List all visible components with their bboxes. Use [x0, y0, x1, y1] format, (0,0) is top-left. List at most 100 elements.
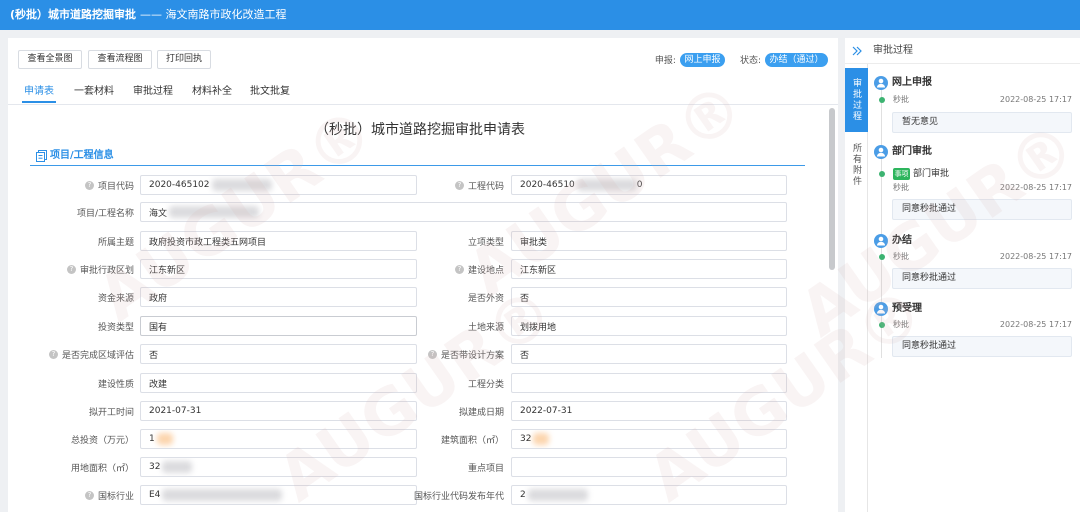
- field-label-text: 项目/工程名称: [76, 208, 134, 219]
- project-title: —— 海文南路市政化改造工程: [140, 8, 287, 21]
- engineering-code-field[interactable]: 2020-46510 0: [511, 175, 787, 195]
- vtab-all-attachments[interactable]: 所有附件: [845, 142, 868, 188]
- field-value-tail: 0: [636, 180, 643, 190]
- location-field[interactable]: 江东新区: [511, 259, 787, 279]
- section-divider: [30, 165, 805, 166]
- help-icon[interactable]: [454, 264, 464, 274]
- land-source-field[interactable]: 划拨用地: [511, 316, 787, 336]
- field-label: 总投资（万元）: [28, 429, 134, 449]
- collapse-icon[interactable]: [852, 46, 862, 56]
- field-label: 工程分类: [398, 373, 504, 393]
- engineering-category-field[interactable]: [511, 373, 787, 393]
- tab-approval-reply[interactable]: 批文批复: [250, 86, 290, 98]
- field-label: 立项类型: [398, 231, 504, 251]
- field-label-text: 拟开工时间: [88, 407, 134, 418]
- key-project-field[interactable]: [511, 457, 787, 477]
- field-value: 划拨用地: [520, 322, 557, 333]
- form-row: 资金来源 政府 是否外资 否: [8, 287, 832, 307]
- person-icon: [874, 145, 888, 159]
- field-label-text: 资金来源: [97, 293, 134, 304]
- design-plan-field[interactable]: 否: [511, 344, 787, 364]
- project-code-field[interactable]: 2020-465102: [140, 175, 417, 195]
- tab-approval-process[interactable]: 审批过程: [133, 86, 173, 98]
- redacted-blur: [169, 206, 260, 218]
- field-value: 2: [520, 490, 526, 500]
- field-value: 江东新区: [149, 265, 186, 276]
- item-badge: 事项: [893, 168, 910, 180]
- industry-code-year-field[interactable]: 2: [511, 485, 787, 505]
- timeline-step-title: 办结: [892, 235, 912, 246]
- document-icon: [36, 150, 47, 162]
- form-row: 审批行政区划 江东新区 建设地点 江东新区: [8, 259, 832, 279]
- field-value: 海文: [149, 208, 168, 219]
- form-row: 项目代码 2020-465102 工程代码 2020-46510 0: [8, 175, 832, 195]
- field-value: E4: [149, 490, 161, 500]
- timeline-handler: 秒批: [893, 252, 909, 261]
- vtab-approval-process[interactable]: 审批过程: [845, 68, 868, 132]
- national-industry-field[interactable]: E4: [140, 485, 417, 505]
- construction-nature-field[interactable]: 改建: [140, 373, 417, 393]
- field-label: 国标行业代码发布年代: [398, 485, 504, 505]
- total-investment-field[interactable]: 1: [140, 429, 417, 449]
- timeline-dot: [878, 322, 885, 328]
- theme-field[interactable]: 政府投资市政工程类五网项目: [140, 231, 417, 251]
- panorama-button[interactable]: 查看全景图: [18, 50, 82, 69]
- declare-label: 申报:: [654, 56, 676, 66]
- field-value: 政府: [149, 293, 168, 304]
- form-row: 总投资（万元） 1 建筑面积（㎡） 32: [8, 429, 832, 449]
- main-panel: 查看全景图 查看流程图 打印回执 申报: 网上申报 状态: 办结（通过） 申请表…: [8, 38, 838, 512]
- tab-material-supplement[interactable]: 材料补全: [192, 86, 232, 98]
- help-icon[interactable]: [66, 264, 76, 274]
- planned-start-date-field[interactable]: 2021-07-31: [140, 401, 417, 421]
- timeline-dot: [878, 171, 885, 177]
- timeline-opinion: 暂无意见: [892, 112, 1072, 133]
- redacted-blur: [162, 461, 193, 473]
- field-value: 1: [149, 434, 155, 444]
- field-label-text: 国标行业: [97, 491, 134, 502]
- field-value: 江东新区: [520, 265, 557, 276]
- help-icon[interactable]: [84, 180, 94, 190]
- admin-division-field[interactable]: 江东新区: [140, 259, 417, 279]
- land-area-field[interactable]: 32: [140, 457, 417, 477]
- regional-assessment-field[interactable]: 否: [140, 344, 417, 364]
- field-label-text: 建设地点: [467, 265, 504, 276]
- fund-source-field[interactable]: 政府: [140, 287, 417, 307]
- field-label-text: 审批行政区划: [79, 265, 134, 276]
- field-label: 是否完成区域评估: [28, 344, 134, 364]
- field-label: 国标行业: [28, 485, 134, 505]
- field-label-text: 是否完成区域评估: [61, 350, 134, 361]
- project-name-field[interactable]: 海文: [140, 202, 787, 222]
- field-label-text: 拟建成日期: [458, 407, 504, 418]
- person-icon: [874, 302, 888, 316]
- field-label: 投资类型: [28, 316, 134, 336]
- flowchart-button[interactable]: 查看流程图: [88, 50, 152, 69]
- help-icon[interactable]: [427, 349, 437, 359]
- field-label: 拟开工时间: [28, 401, 134, 421]
- field-value: 否: [520, 293, 530, 304]
- field-value: 2021-07-31: [149, 406, 202, 416]
- tab-application-form[interactable]: 申请表: [24, 86, 54, 98]
- field-label-text: 是否外资: [467, 293, 504, 304]
- field-label: 拟建成日期: [398, 401, 504, 421]
- side-panel: 审批过程 审批过程 所有附件 网上申报 秒批 2022-08-25 17:17 …: [845, 38, 1080, 512]
- form-row: 投资类型 国有 土地来源 划拨用地: [8, 316, 832, 336]
- investment-type-field[interactable]: 国有: [140, 316, 417, 336]
- print-receipt-button[interactable]: 打印回执: [157, 50, 211, 69]
- help-icon[interactable]: [48, 349, 58, 359]
- tab-materials[interactable]: 一套材料: [74, 86, 114, 98]
- form-title: （秒批）城市道路挖掘审批申请表: [315, 122, 525, 138]
- foreign-capital-field[interactable]: 否: [511, 287, 787, 307]
- planned-completion-date-field[interactable]: 2022-07-31: [511, 401, 787, 421]
- timeline-line: [881, 90, 882, 358]
- help-icon[interactable]: [454, 180, 464, 190]
- field-label: 建筑面积（㎡）: [398, 429, 504, 449]
- project-type-field[interactable]: 审批类: [511, 231, 787, 251]
- help-icon[interactable]: [84, 490, 94, 500]
- field-label-text: 建筑面积（㎡）: [440, 435, 504, 446]
- timeline-handler: 秒批: [893, 95, 909, 104]
- field-label: 所属主题: [28, 231, 134, 251]
- field-value: 政府投资市政工程类五网项目: [149, 237, 267, 248]
- redacted-blur: [162, 489, 283, 501]
- building-area-field[interactable]: 32: [511, 429, 787, 449]
- field-value: 2022-07-31: [520, 406, 573, 416]
